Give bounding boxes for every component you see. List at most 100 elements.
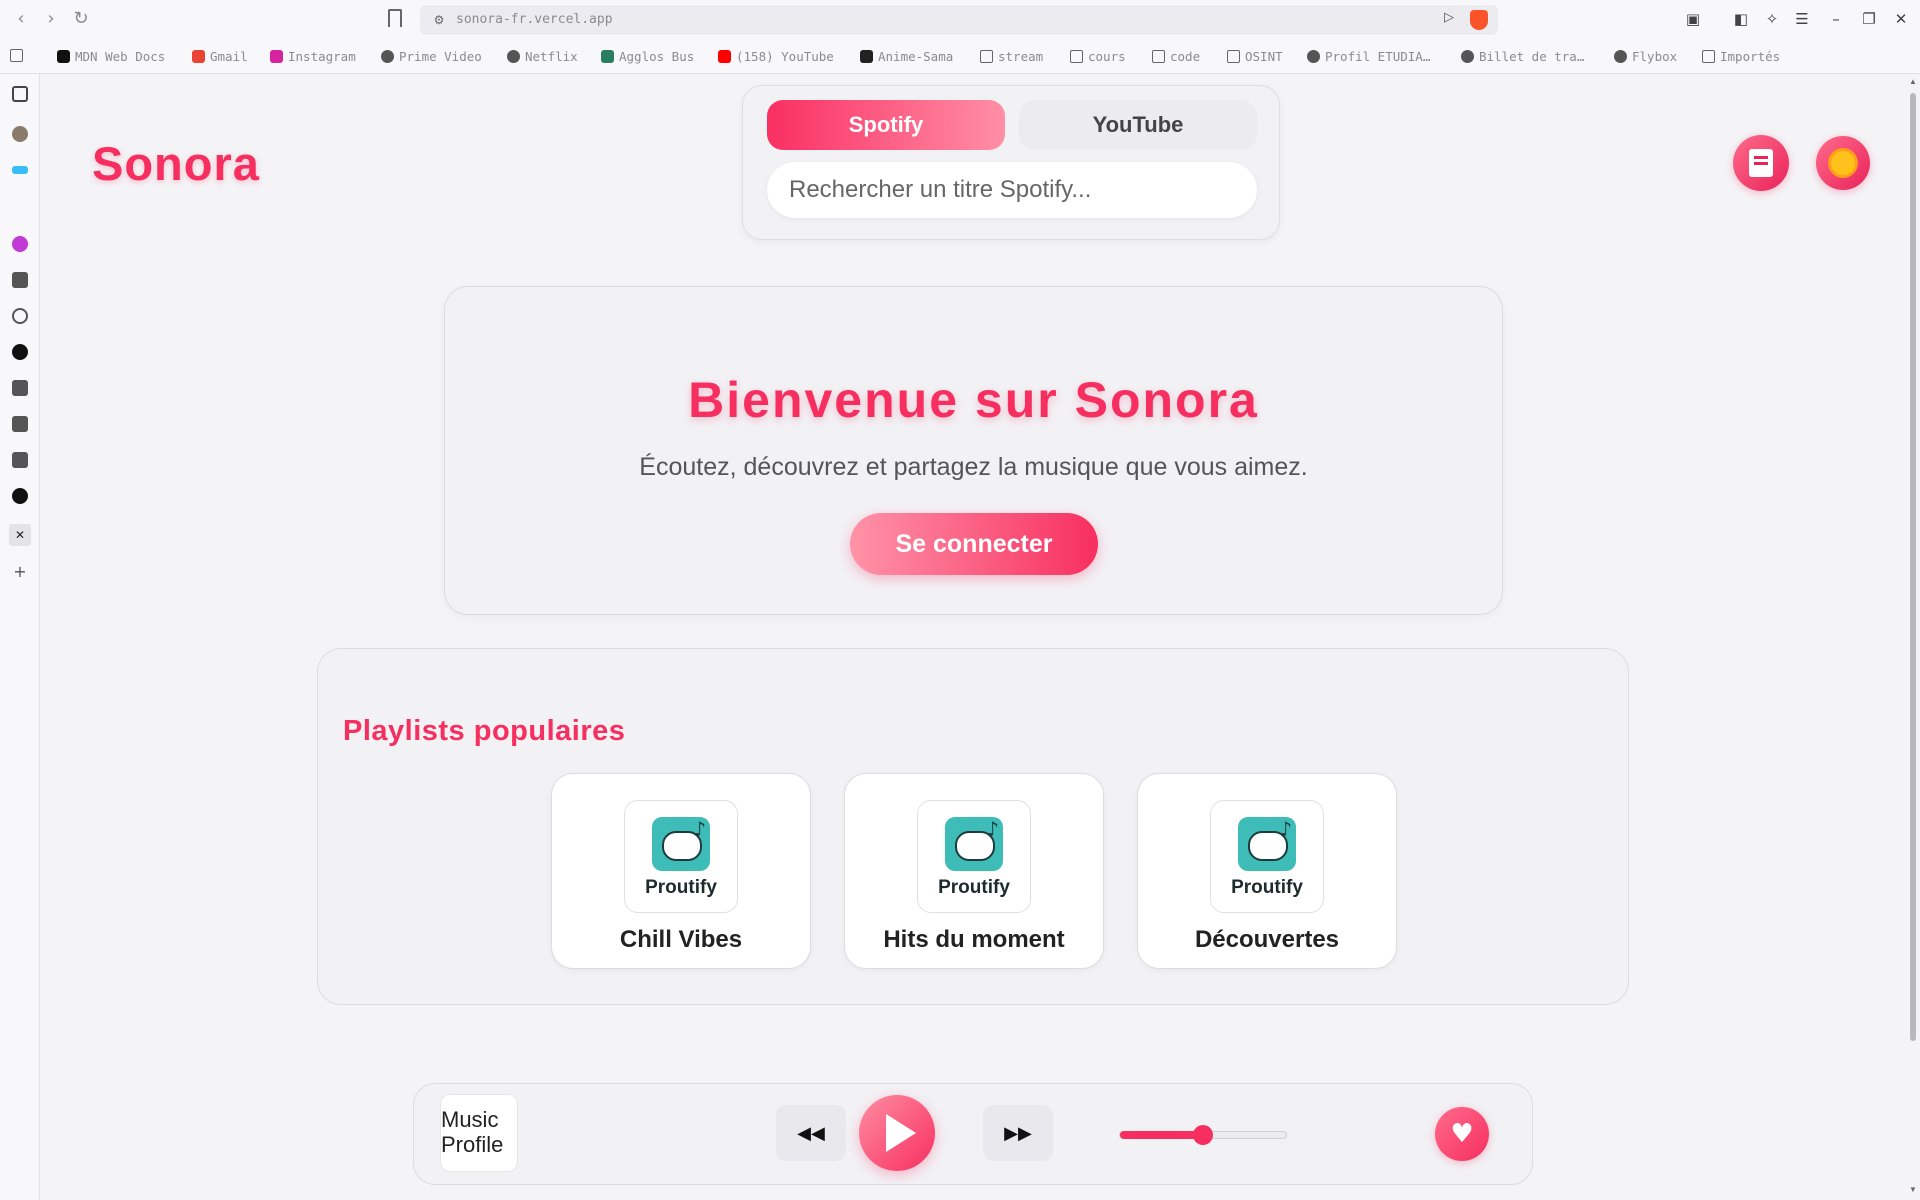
bookmark-anime-sama[interactable]: Anime-Sama: [860, 49, 953, 64]
folder-icon: [1227, 50, 1240, 63]
app-logo[interactable]: Sonora: [92, 136, 260, 191]
bookmark-page-icon[interactable]: [388, 9, 402, 27]
minimize-icon[interactable]: –: [1825, 8, 1847, 30]
scroll-up-icon[interactable]: ▲: [1908, 77, 1918, 86]
bookmark-mdn[interactable]: MDN Web Docs: [57, 49, 165, 64]
instagram-icon: [270, 50, 283, 63]
menu-icon[interactable]: ☰: [1791, 8, 1813, 30]
welcome-subtitle: Écoutez, découvrez et partagez la musiqu…: [639, 453, 1308, 481]
globe-icon: [381, 50, 394, 63]
bookmark-prime-video[interactable]: Prime Video: [381, 49, 482, 64]
playlist-card-decouvertes[interactable]: Proutify Découvertes: [1137, 773, 1397, 969]
theme-toggle-button[interactable]: [1816, 136, 1870, 190]
folder-icon: [1702, 50, 1715, 63]
playlist-thumbnail: Proutify: [624, 800, 738, 913]
gmail-icon: [192, 50, 205, 63]
heart-icon: ♥: [1450, 1119, 1474, 1149]
sidebar-panel-icon[interactable]: [12, 86, 28, 102]
bookmarks-bar: MDN Web Docs Gmail Instagram Prime Video…: [0, 40, 1920, 74]
browser-toolbar: ‹ › ↻ ⚙ sonora-fr.vercel.app ▷ ▣ ◧ ✧ ☰ –…: [0, 0, 1920, 40]
bookmark-instagram[interactable]: Instagram: [270, 49, 356, 64]
playlist-title: Chill Vibes: [619, 926, 743, 953]
playlists-heading: Playlists populaires: [343, 715, 626, 747]
triangle-app-icon[interactable]: [12, 488, 28, 504]
app-icon[interactable]: [12, 380, 28, 396]
page: [41, 75, 1906, 1200]
share-icon[interactable]: ▷: [1444, 10, 1454, 25]
proutify-logo-icon: [1238, 817, 1296, 871]
bookmark-folder-stream[interactable]: stream: [980, 49, 1043, 64]
restore-icon[interactable]: ❐: [1858, 8, 1880, 30]
scroll-down-icon[interactable]: ▼: [1908, 1185, 1918, 1194]
apps-icon[interactable]: [10, 49, 23, 62]
bookmark-profil-etudiant[interactable]: Profil ETUDIA…: [1307, 49, 1430, 64]
previous-track-button[interactable]: ◀◀: [776, 1105, 846, 1161]
bookmark-agglos-bus[interactable]: Agglos Bus: [601, 49, 694, 64]
reload-icon[interactable]: ↻: [70, 8, 92, 30]
play-icon: [886, 1114, 916, 1152]
bookmark-gmail[interactable]: Gmail: [192, 49, 248, 64]
playlist-title: Découvertes: [1194, 926, 1340, 953]
tab-youtube[interactable]: YouTube: [1019, 100, 1257, 150]
sidebar-toggle-icon[interactable]: ◧: [1730, 8, 1752, 30]
bookmark-youtube[interactable]: (158) YouTube: [718, 49, 834, 64]
welcome-title: Bienvenue sur Sonora: [688, 372, 1259, 428]
login-button[interactable]: Se connecter: [850, 513, 1098, 575]
forward-icon[interactable]: ›: [40, 8, 62, 30]
playlist-thumbnail: Proutify: [1210, 800, 1324, 913]
playlist-card-chill-vibes[interactable]: Proutify Chill Vibes: [551, 773, 811, 969]
volume-slider[interactable]: [1119, 1125, 1287, 1145]
youtube-icon: [718, 50, 731, 63]
back-icon[interactable]: ‹: [10, 8, 32, 30]
globe-icon: [1614, 50, 1627, 63]
app-icon[interactable]: [12, 416, 28, 432]
favorite-button[interactable]: ♥: [1435, 1107, 1489, 1161]
library-button[interactable]: [1733, 135, 1789, 191]
bookmark-folder-osint[interactable]: OSINT: [1227, 49, 1283, 64]
address-bar[interactable]: ⚙ sonora-fr.vercel.app ▷: [420, 5, 1498, 35]
github-icon[interactable]: [12, 344, 28, 360]
tailwind-icon[interactable]: [12, 166, 28, 174]
volume-handle[interactable]: [1193, 1125, 1213, 1145]
brave-shields-icon[interactable]: [1470, 10, 1488, 30]
bookmark-folder-importes[interactable]: Importés: [1702, 49, 1780, 64]
m-app-icon[interactable]: [12, 236, 28, 252]
settings-icon[interactable]: [12, 308, 28, 324]
browser-side-panel: ✕ +: [0, 74, 40, 1200]
leo-ai-icon[interactable]: ✧: [1761, 8, 1783, 30]
playlist-brand: Proutify: [645, 877, 717, 898]
app-icon[interactable]: [12, 272, 28, 288]
anime-icon: [860, 50, 873, 63]
globe-icon: [1307, 50, 1320, 63]
playlists-section: Playlists populaires Proutify Chill Vibe…: [317, 648, 1629, 1005]
folder-icon: [1070, 50, 1083, 63]
add-panel-icon[interactable]: +: [12, 564, 28, 580]
site-settings-icon[interactable]: ⚙: [430, 11, 448, 29]
bookmark-flybox[interactable]: Flybox: [1614, 49, 1677, 64]
url-text[interactable]: sonora-fr.vercel.app: [456, 12, 613, 27]
bookmark-billet[interactable]: Billet de tra…: [1461, 49, 1584, 64]
profile-avatar-icon[interactable]: [12, 126, 28, 142]
proutify-logo-icon: [945, 817, 1003, 871]
search-input[interactable]: [767, 162, 1257, 218]
reader-icon[interactable]: ▣: [1682, 8, 1704, 30]
next-track-button[interactable]: ▶▶: [983, 1105, 1053, 1161]
page-scrollbar[interactable]: ▲ ▼: [1906, 75, 1920, 1200]
play-button[interactable]: [859, 1095, 935, 1171]
scrollbar-thumb[interactable]: [1910, 93, 1916, 1041]
close-window-icon[interactable]: ✕: [1890, 8, 1912, 30]
playlist-thumbnail: Proutify: [917, 800, 1031, 913]
globe-icon: [1461, 50, 1474, 63]
app-icon[interactable]: [12, 452, 28, 468]
proutify-logo-icon: [652, 817, 710, 871]
tab-spotify[interactable]: Spotify: [767, 100, 1005, 150]
bookmark-folder-code[interactable]: code: [1152, 49, 1200, 64]
bookmark-netflix[interactable]: Netflix: [507, 49, 578, 64]
playlist-card-hits-du-moment[interactable]: Proutify Hits du moment: [844, 773, 1104, 969]
welcome-card: Bienvenue sur Sonora Écoutez, découvrez …: [444, 286, 1503, 615]
playlist-brand: Proutify: [938, 877, 1010, 898]
bookmark-folder-cours[interactable]: cours: [1070, 49, 1126, 64]
x-app-icon[interactable]: ✕: [9, 524, 31, 546]
bus-icon: [601, 50, 614, 63]
fast-forward-icon: ▶▶: [1004, 1122, 1032, 1144]
